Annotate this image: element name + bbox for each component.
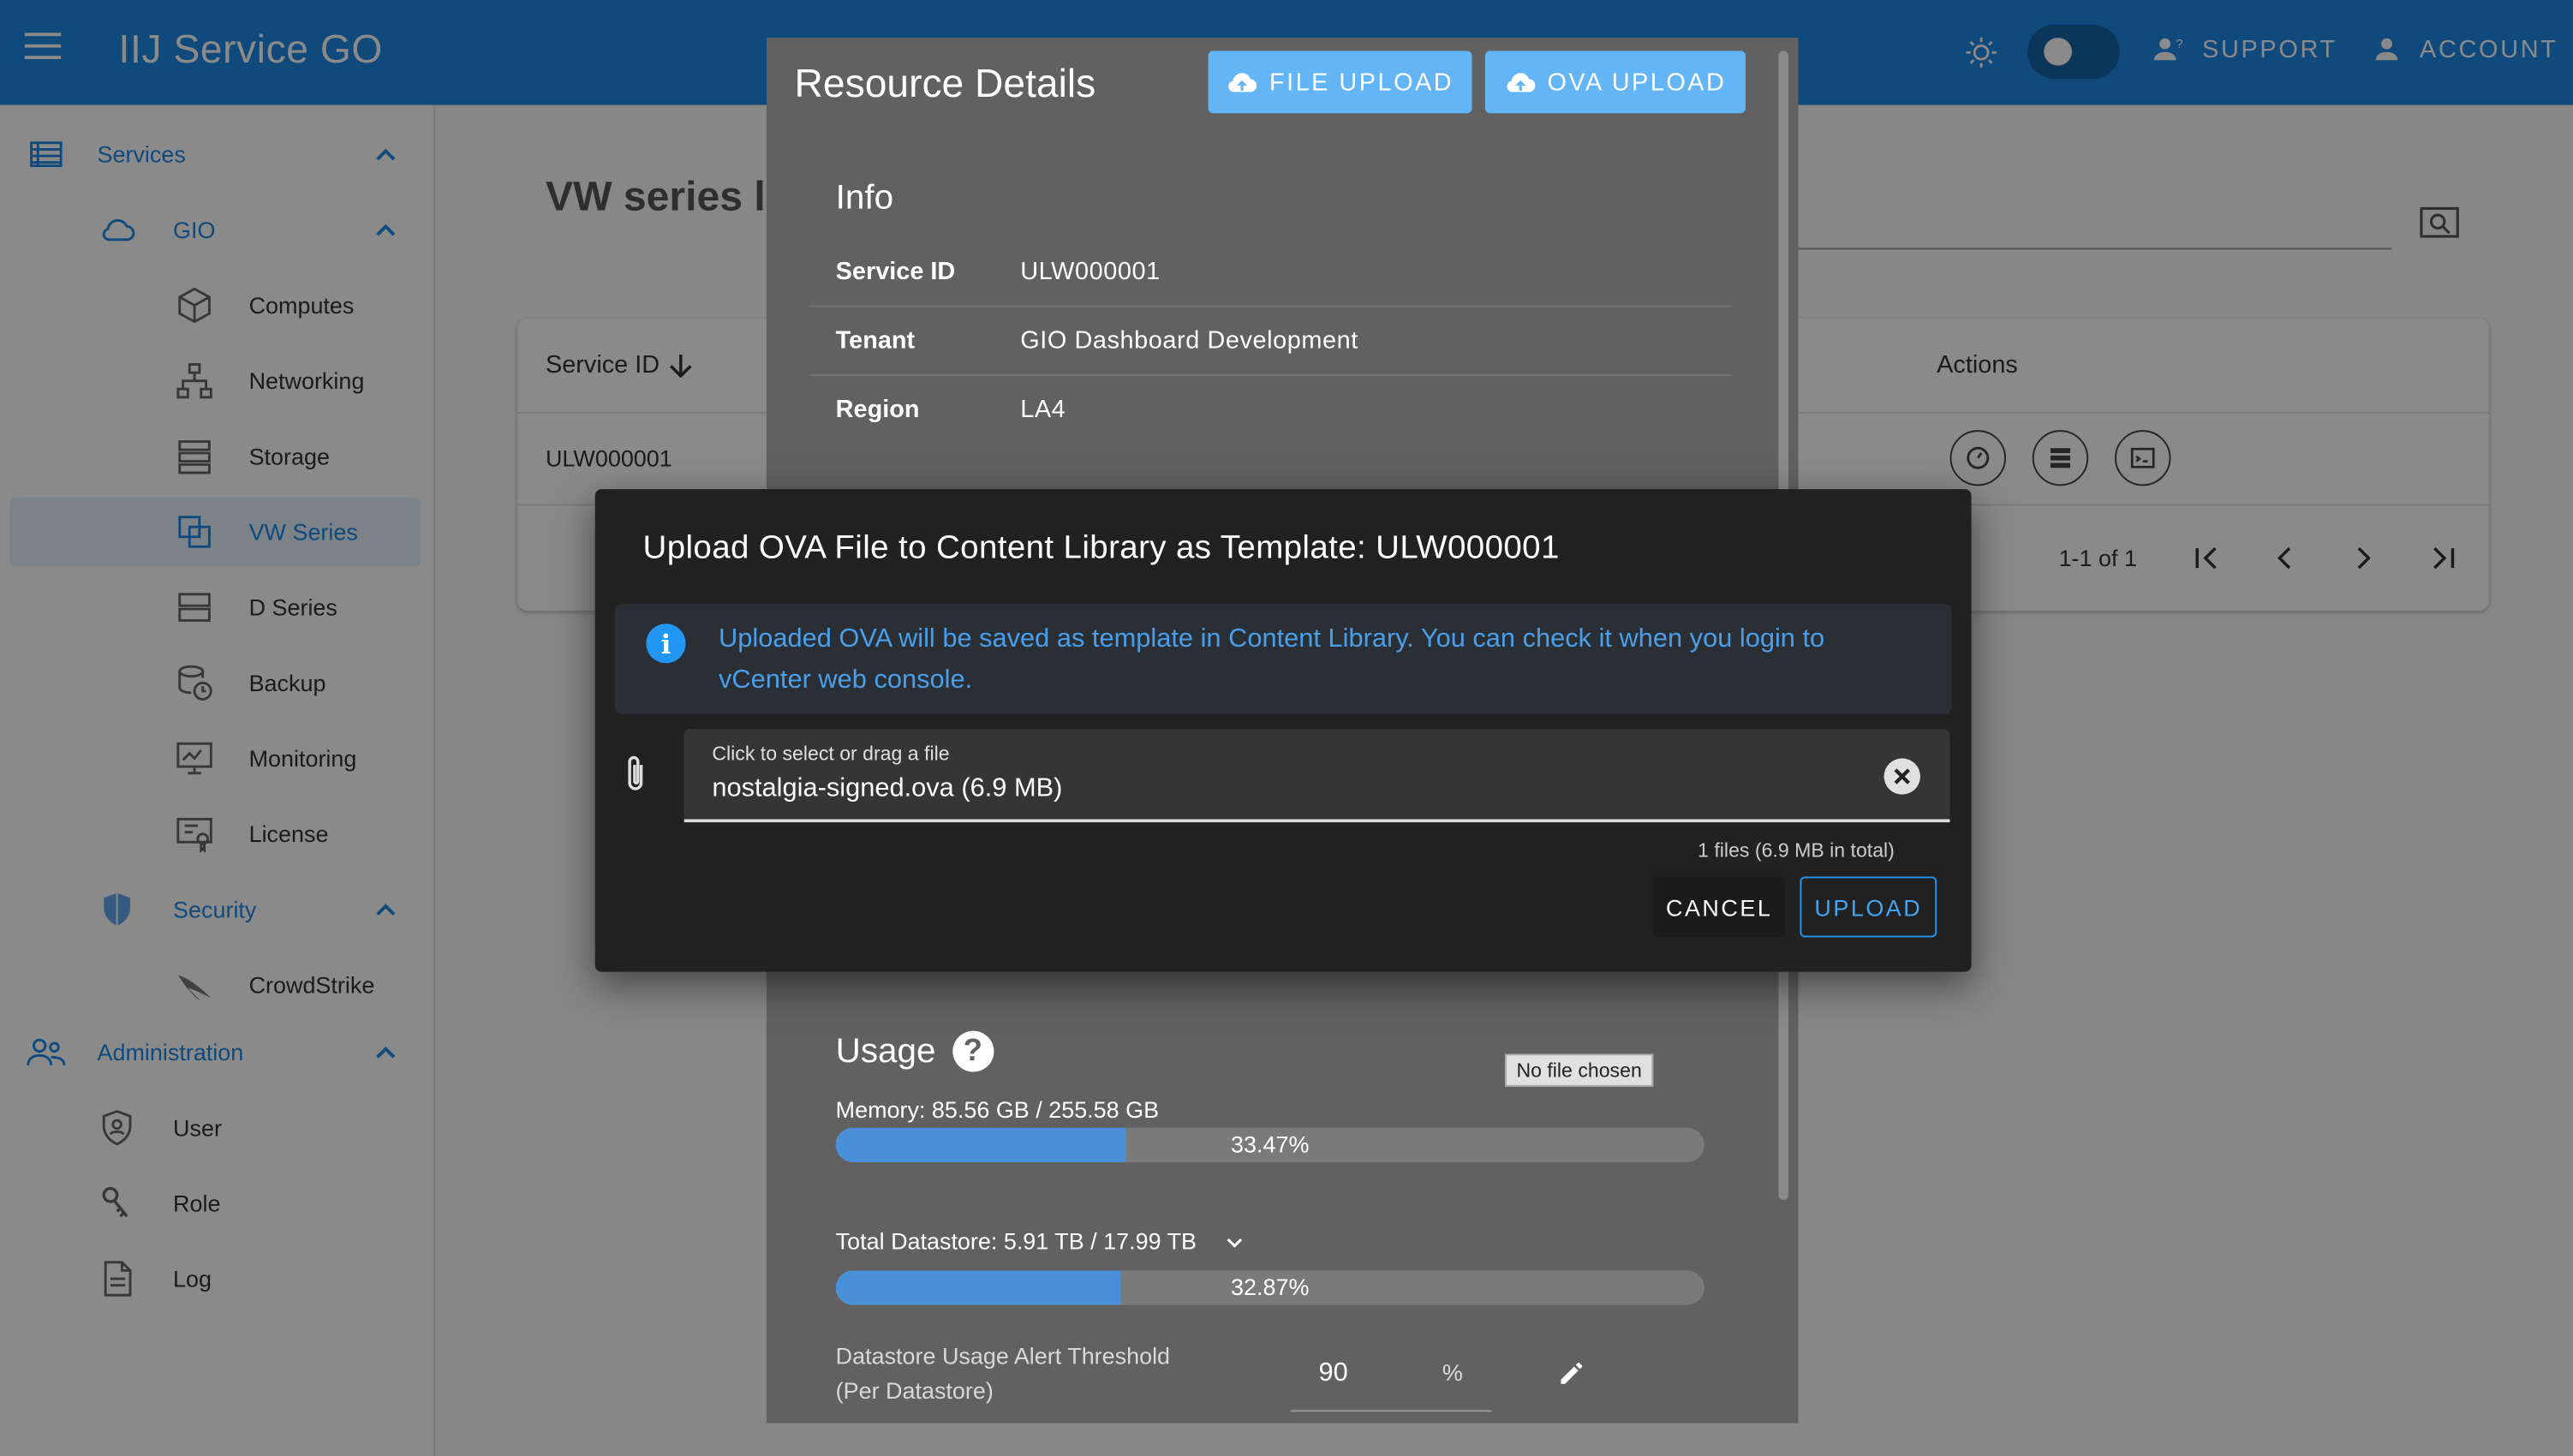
ova-upload-button[interactable]: OVA UPLOAD bbox=[1484, 51, 1746, 114]
upload-button[interactable]: UPLOAD bbox=[1800, 876, 1937, 938]
upload-dialog-title: Upload OVA File to Content Library as Te… bbox=[642, 530, 1560, 567]
datastore-usage-percent: 32.87% bbox=[1231, 1274, 1310, 1300]
file-input-value: nostalgia-signed.ova (6.9 MB) bbox=[712, 774, 1063, 803]
cloud-upload-icon bbox=[1228, 72, 1257, 92]
info-row-tenant: Tenant GIO Dashboard Development bbox=[809, 307, 1733, 376]
info-row-service-id: Service ID ULW000001 bbox=[809, 238, 1733, 307]
no-file-chosen-tooltip: No file chosen bbox=[1504, 1053, 1654, 1087]
file-select-input[interactable]: Click to select or drag a file nostalgia… bbox=[684, 728, 1950, 823]
cloud-upload-icon bbox=[1506, 72, 1535, 92]
threshold-input[interactable]: 90 bbox=[1319, 1359, 1348, 1388]
paperclip-icon[interactable] bbox=[621, 754, 651, 797]
chevron-down-icon[interactable] bbox=[1226, 1235, 1242, 1251]
threshold-input-underline bbox=[1290, 1410, 1492, 1412]
alert-text: Uploaded OVA will be saved as template i… bbox=[719, 625, 1825, 695]
details-title: Resource Details bbox=[794, 62, 1096, 107]
memory-usage-bar: 33.47% bbox=[835, 1127, 1704, 1162]
datastore-usage-label[interactable]: Total Datastore: 5.91 TB / 17.99 TB bbox=[836, 1228, 1243, 1254]
file-upload-button[interactable]: FILE UPLOAD bbox=[1208, 51, 1472, 114]
threshold-label: Datastore Usage Alert Threshold (Per Dat… bbox=[835, 1342, 1171, 1404]
info-icon: i bbox=[646, 624, 686, 664]
memory-usage-percent: 33.47% bbox=[1231, 1131, 1310, 1158]
datastore-usage-bar: 32.87% bbox=[835, 1270, 1704, 1305]
cancel-button[interactable]: CANCEL bbox=[1653, 876, 1786, 938]
info-alert: i Uploaded OVA will be saved as template… bbox=[614, 604, 1952, 714]
help-icon[interactable]: ? bbox=[952, 1030, 994, 1072]
info-row-region: Region LA4 bbox=[835, 395, 1066, 424]
clear-icon[interactable] bbox=[1883, 758, 1920, 795]
file-input-label: Click to select or drag a file bbox=[712, 742, 950, 766]
memory-usage-label: Memory: 85.56 GB / 255.58 GB bbox=[835, 1096, 1160, 1123]
edit-pencil-icon[interactable] bbox=[1558, 1358, 1588, 1387]
threshold-unit: % bbox=[1442, 1358, 1463, 1386]
usage-section-title: Usage ? bbox=[836, 1030, 994, 1072]
file-count-summary: 1 files (6.9 MB in total) bbox=[1698, 838, 1895, 862]
info-section-title: Info bbox=[835, 178, 894, 217]
upload-ova-dialog: Upload OVA File to Content Library as Te… bbox=[594, 489, 1972, 972]
app-window: IIJ Service GO ? SUPPORT ACCOUNT Service… bbox=[0, 0, 2573, 1456]
